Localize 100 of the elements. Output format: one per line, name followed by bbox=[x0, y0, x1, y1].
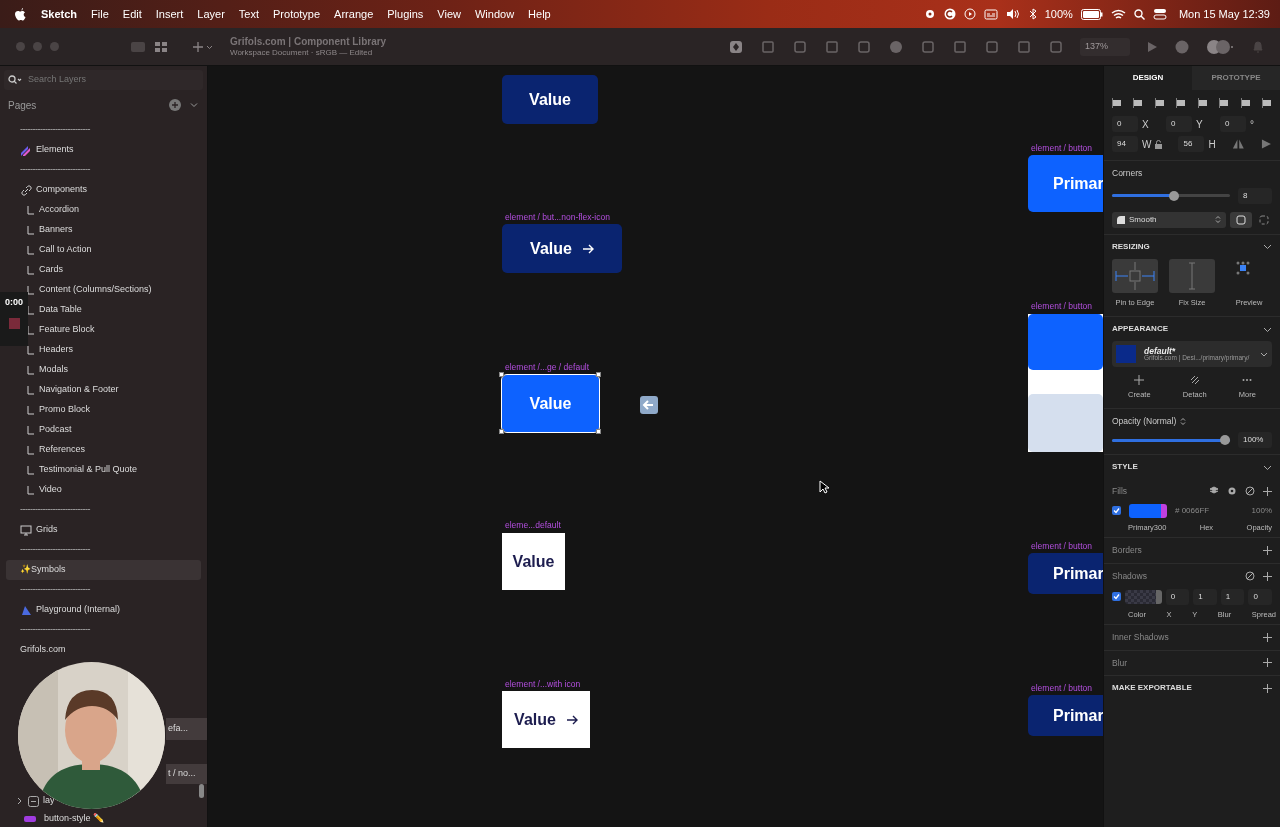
resize-handle[interactable] bbox=[499, 429, 504, 434]
opacity-slider[interactable] bbox=[1112, 435, 1230, 445]
menu-item[interactable]: Insert bbox=[148, 5, 191, 23]
fill-swatch[interactable] bbox=[1129, 503, 1167, 518]
shadow-color-swatch[interactable] bbox=[1124, 589, 1162, 604]
captions-icon[interactable] bbox=[983, 8, 998, 20]
slider-thumb[interactable] bbox=[1220, 435, 1230, 445]
layer-row[interactable]: efa... bbox=[166, 718, 207, 740]
number-field[interactable]: 1 bbox=[1193, 588, 1217, 605]
page-item[interactable]: ✨Symbols bbox=[20, 563, 66, 577]
number-field[interactable]: 1 bbox=[1220, 588, 1245, 605]
bluetooth-icon[interactable] bbox=[1028, 8, 1037, 20]
toggles-icon[interactable] bbox=[1152, 8, 1167, 20]
add-icon[interactable] bbox=[1263, 545, 1272, 555]
detach-icon[interactable] bbox=[1245, 571, 1255, 582]
apple-icon[interactable] bbox=[14, 7, 26, 21]
detach-icon[interactable] bbox=[1245, 486, 1255, 497]
hex-field[interactable]: # 0066FF bbox=[1175, 504, 1210, 517]
menu-item[interactable]: Prototype bbox=[266, 5, 328, 23]
layer-name[interactable]: button-style ✏ bbox=[44, 812, 105, 826]
menu-item[interactable]: Window bbox=[468, 5, 522, 23]
menu-item[interactable]: Layer bbox=[190, 5, 232, 23]
layer-name[interactable]: lay bbox=[43, 794, 55, 808]
page-item[interactable]: Navigation & Footer bbox=[39, 383, 119, 397]
artboard-label[interactable]: element /...with icon bbox=[505, 678, 581, 691]
checkbox[interactable] bbox=[1112, 592, 1121, 601]
style-icon[interactable] bbox=[888, 38, 904, 55]
number-field[interactable]: 94 bbox=[1112, 136, 1138, 152]
page-item[interactable]: Grifols.com bbox=[20, 643, 66, 657]
align-center-icon[interactable] bbox=[1133, 98, 1144, 108]
page-item[interactable]: Banners bbox=[39, 223, 73, 237]
canvas-button[interactable]: Primar bbox=[1028, 553, 1103, 594]
menu-item[interactable]: Plugins bbox=[380, 5, 431, 23]
battery-icon[interactable] bbox=[1080, 8, 1103, 20]
page-item[interactable]: References bbox=[39, 443, 86, 457]
search-icon[interactable] bbox=[1133, 8, 1145, 20]
page-item[interactable]: Call to Action bbox=[39, 243, 92, 257]
page-item[interactable]: Feature Block bbox=[39, 323, 95, 337]
chevron-icon[interactable] bbox=[1263, 242, 1272, 252]
search-field[interactable]: Search Layers bbox=[4, 70, 203, 90]
component-preview-drawing[interactable] bbox=[1028, 314, 1103, 452]
align-bottom-icon[interactable] bbox=[1219, 98, 1230, 108]
scrollbar-thumb[interactable] bbox=[199, 784, 204, 798]
page-item[interactable]: Elements bbox=[36, 143, 74, 157]
menu-item[interactable]: View bbox=[430, 5, 468, 23]
wifi-icon[interactable] bbox=[1110, 8, 1126, 20]
page-item[interactable]: Grids bbox=[36, 523, 58, 537]
number-field[interactable]: 0 bbox=[1166, 116, 1192, 132]
opacity-field[interactable]: 100% bbox=[1251, 504, 1272, 517]
add-icon[interactable] bbox=[1263, 632, 1272, 642]
corner-radius-slider[interactable] bbox=[1112, 190, 1230, 201]
letter-icon[interactable] bbox=[943, 8, 956, 20]
page-item[interactable]: Video bbox=[39, 483, 62, 497]
canvas-button[interactable]: Value bbox=[502, 691, 590, 748]
detach-icon[interactable] bbox=[1189, 375, 1200, 385]
page-item[interactable]: Podcast bbox=[39, 423, 72, 437]
canvas-button[interactable]: Primar bbox=[1028, 695, 1103, 736]
align-middle-icon[interactable] bbox=[1197, 98, 1208, 108]
number-field[interactable]: 0 bbox=[1220, 116, 1246, 132]
resize-handle[interactable] bbox=[499, 372, 504, 377]
grid-icon[interactable] bbox=[154, 40, 168, 53]
app-menu[interactable]: Sketch bbox=[34, 5, 85, 23]
chevron-icon[interactable] bbox=[16, 797, 24, 805]
pin-to-edge-icon[interactable] bbox=[1112, 258, 1158, 293]
canvas-button[interactable]: Value bbox=[502, 533, 565, 590]
add-icon[interactable] bbox=[1263, 486, 1272, 496]
insert-icon[interactable] bbox=[192, 40, 214, 53]
page-item[interactable]: Data Table bbox=[39, 303, 82, 317]
search-input[interactable]: Search Layers bbox=[26, 72, 186, 88]
search-icon[interactable] bbox=[8, 75, 22, 85]
number-field[interactable]: 0 bbox=[1165, 588, 1190, 605]
page-item[interactable]: Cards bbox=[39, 263, 63, 277]
add-icon[interactable] bbox=[1134, 375, 1145, 385]
page-item[interactable]: Modals bbox=[39, 363, 68, 377]
page-item[interactable]: Testimonial & Pull Quote bbox=[39, 463, 138, 477]
artboard-label[interactable]: element / button bbox=[1031, 682, 1092, 695]
add-icon[interactable] bbox=[1263, 683, 1272, 693]
layer-row[interactable]: t / no... bbox=[166, 764, 207, 784]
resize-handle[interactable] bbox=[596, 372, 601, 377]
align-left-icon[interactable] bbox=[1112, 98, 1122, 108]
page-item[interactable]: Content (Columns/Sections) bbox=[39, 283, 152, 297]
stepper-icon[interactable] bbox=[1180, 417, 1187, 427]
page-item[interactable]: Accordion bbox=[39, 203, 80, 217]
zoom-field[interactable]: 137% bbox=[1080, 37, 1130, 56]
page-item[interactable]: Playground (Internal) bbox=[36, 603, 121, 617]
menu-item[interactable]: Text bbox=[231, 5, 266, 23]
page-item[interactable]: Headers bbox=[39, 343, 74, 357]
menu-item[interactable]: Edit bbox=[115, 5, 149, 23]
slider-thumb[interactable] bbox=[1169, 190, 1180, 201]
resize-handle[interactable] bbox=[596, 429, 601, 434]
number-field[interactable]: 8 bbox=[1238, 187, 1272, 204]
artboard-label[interactable]: element /...ge / default bbox=[505, 361, 590, 374]
menu-item[interactable]: Arrange bbox=[327, 5, 381, 23]
comment-icon[interactable] bbox=[1174, 38, 1190, 55]
distribute-icon[interactable] bbox=[1240, 98, 1251, 108]
artboard-label[interactable]: element / button bbox=[1031, 540, 1092, 553]
canvas-button[interactable]: Value bbox=[502, 75, 598, 124]
number-field[interactable]: 0 bbox=[1112, 116, 1138, 132]
align-top-icon[interactable] bbox=[1176, 98, 1187, 108]
canvas-button[interactable]: Primar bbox=[1028, 155, 1103, 212]
